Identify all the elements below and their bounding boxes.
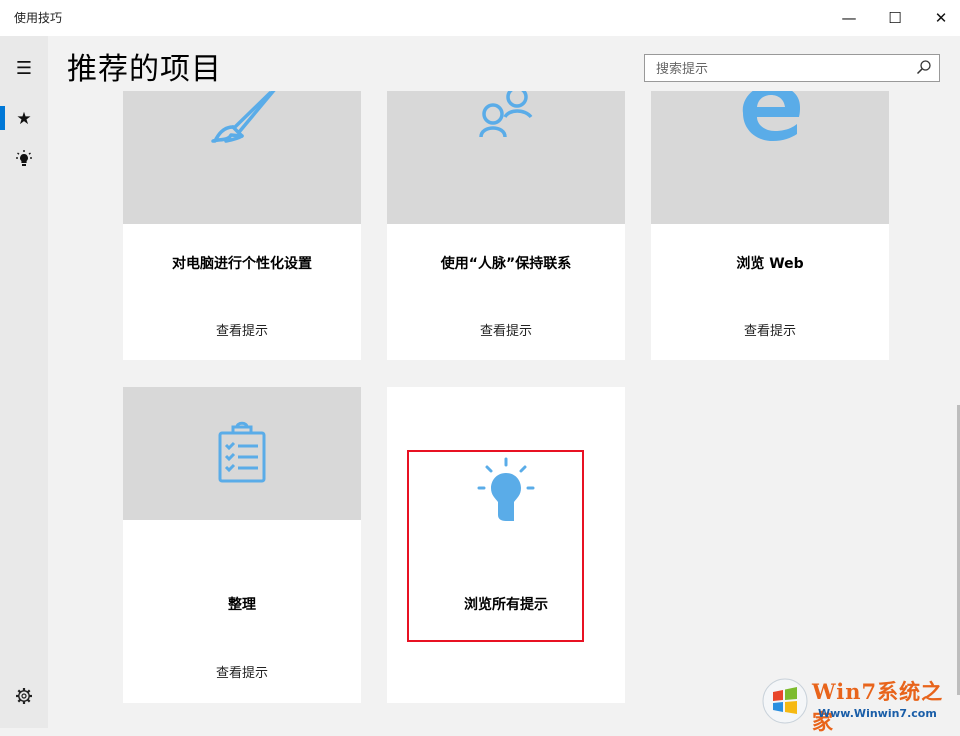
card-image [123,387,361,520]
card-title: 浏览 Web [736,256,804,272]
view-tips-link[interactable]: 查看提示 [123,662,361,681]
tip-card-personalize[interactable]: 对电脑进行个性化设置 查看提示 [123,91,361,360]
search-input[interactable] [654,59,908,79]
title-bar: 使用技巧 — ☐ ✕ [0,0,960,36]
watermark-url: Www.Winwin7.com [818,707,937,720]
hamburger-menu-icon[interactable]: ☰ [0,48,48,88]
lightbulb-icon[interactable] [0,139,48,179]
view-tips-link[interactable]: 查看提示 [387,320,625,339]
clipboard-checklist-icon [218,421,266,483]
card-image [651,91,889,224]
card-title: 整理 [228,597,256,613]
star-icon[interactable]: ★ [0,99,48,139]
people-icon [479,91,533,138]
view-tips-link[interactable]: 查看提示 [123,320,361,339]
navigation-rail: ☰ ★ [0,36,48,728]
app-title: 使用技巧 [14,11,63,25]
card-image [123,91,361,224]
card-image [387,91,625,224]
view-tips-link[interactable]: 查看提示 [651,320,889,339]
windows-logo-icon [762,678,808,724]
gear-icon[interactable] [0,676,48,716]
tip-card-people[interactable]: 使用“人脉”保持联系 查看提示 [387,91,625,360]
search-icon[interactable] [916,59,932,75]
settings-gear-icon [16,688,32,704]
tip-card-organize[interactable]: 整理 查看提示 [123,387,361,703]
maximize-button[interactable]: ☐ [872,0,918,36]
watermark-brand: Win7系统之家 [812,679,944,734]
highlight-box [407,450,584,642]
lightbulb-nav-icon [16,150,32,166]
search-box[interactable] [644,54,940,82]
paintbrush-icon [211,91,276,143]
minimize-button[interactable]: — [826,0,872,36]
card-title: 对电脑进行个性化设置 [172,256,312,272]
edge-icon [742,91,800,141]
tip-card-browse-web[interactable]: 浏览 Web 查看提示 [651,91,889,360]
card-title: 使用“人脉”保持联系 [440,256,572,272]
watermark: Win7系统之家 Www.Winwin7.com [762,676,960,734]
page-title: 推荐的项目 [67,52,222,87]
close-button[interactable]: ✕ [918,0,960,36]
